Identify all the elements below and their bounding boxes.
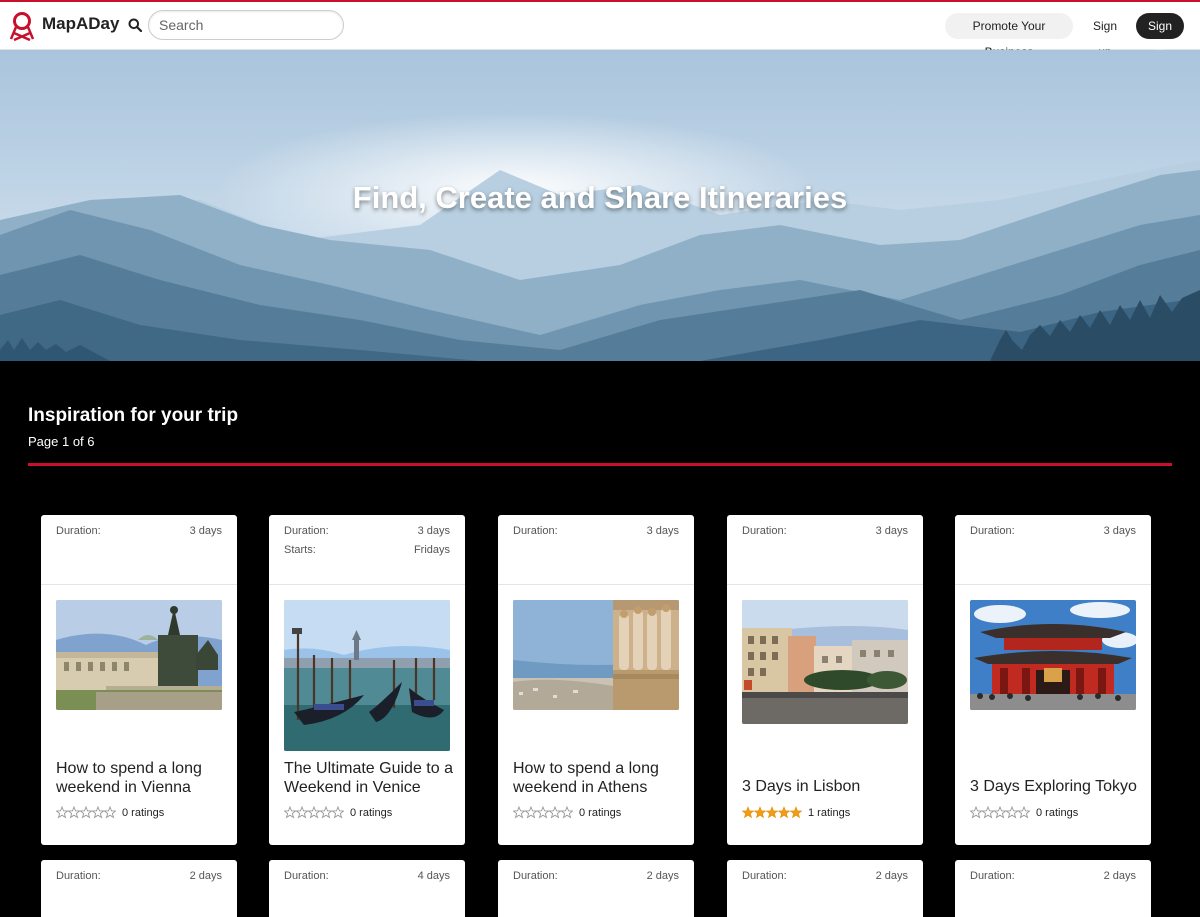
itinerary-card-venice[interactable]: Duration: 3 days Starts: Fridays The Ult… bbox=[269, 515, 465, 845]
rating-row: 1 ratings bbox=[742, 806, 912, 820]
star-rating-empty-icon bbox=[284, 806, 344, 819]
brand-name[interactable]: MapADay bbox=[42, 14, 119, 34]
duration-row: Duration: 3 days bbox=[284, 525, 450, 537]
ratings-count: 0 ratings bbox=[1036, 807, 1079, 819]
duration-label: Duration: bbox=[513, 525, 558, 537]
star-rating-empty-icon bbox=[970, 806, 1030, 819]
duration-row: Duration: 2 days bbox=[742, 870, 908, 882]
duration-value: 2 days bbox=[875, 870, 908, 882]
duration-row: Duration: 2 days bbox=[513, 870, 679, 882]
duration-label: Duration: bbox=[742, 525, 787, 537]
itinerary-card-athens[interactable]: Duration: 3 days How to spend a long wee… bbox=[498, 515, 694, 845]
duration-label: Duration: bbox=[284, 870, 329, 882]
duration-row: Duration: 3 days bbox=[742, 525, 908, 537]
hero-title: Find, Create and Share Itineraries bbox=[352, 180, 848, 215]
lisbon-square-photo bbox=[742, 600, 908, 724]
ratings-count: 1 ratings bbox=[808, 807, 851, 819]
ratings-count: 0 ratings bbox=[350, 807, 393, 819]
duration-row: Duration: 4 days bbox=[284, 870, 450, 882]
duration-row: Duration: 2 days bbox=[56, 870, 222, 882]
card-image-lisbon[interactable] bbox=[742, 600, 908, 724]
duration-value: 3 days bbox=[875, 525, 908, 537]
card-image-athens[interactable] bbox=[513, 600, 679, 710]
card-image-venice[interactable] bbox=[284, 600, 450, 751]
duration-value: 2 days bbox=[189, 870, 222, 882]
duration-label: Duration: bbox=[284, 525, 329, 537]
vienna-statue-photo bbox=[56, 600, 222, 710]
venice-gondolas-photo bbox=[284, 600, 450, 751]
section-divider bbox=[28, 463, 1172, 466]
duration-label: Duration: bbox=[742, 870, 787, 882]
duration-value: 3 days bbox=[1103, 525, 1136, 537]
duration-value: 2 days bbox=[646, 870, 679, 882]
itinerary-card-tokyo[interactable]: Duration: 3 days 3 Days Exploring Tokyo bbox=[955, 515, 1151, 845]
itinerary-card[interactable]: Duration: 2 days bbox=[498, 860, 694, 917]
card-title[interactable]: The Ultimate Guide to a Weekend in Venic… bbox=[284, 759, 454, 797]
hero-banner: Find, Create and Share Itineraries bbox=[0, 50, 1200, 361]
duration-label: Duration: bbox=[970, 870, 1015, 882]
page-indicator: Page 1 of 6 bbox=[28, 434, 95, 449]
duration-value: 4 days bbox=[417, 870, 450, 882]
search-icon[interactable] bbox=[128, 18, 142, 32]
itinerary-card-vienna[interactable]: Duration: 3 days How to spend a long wee… bbox=[41, 515, 237, 845]
star-rating-filled-icon bbox=[742, 806, 802, 819]
duration-value: 2 days bbox=[1103, 870, 1136, 882]
duration-row: Duration: 3 days bbox=[513, 525, 679, 537]
card-image-tokyo[interactable] bbox=[970, 600, 1136, 710]
tokyo-temple-photo bbox=[970, 600, 1136, 710]
duration-row: Duration: 3 days bbox=[56, 525, 222, 537]
card-meta: Duration: 3 days bbox=[41, 515, 237, 585]
card-meta: Duration: 3 days bbox=[955, 515, 1151, 585]
itinerary-card[interactable]: Duration: 2 days bbox=[41, 860, 237, 917]
rating-row: 0 ratings bbox=[56, 806, 226, 820]
card-title[interactable]: How to spend a long weekend in Athens bbox=[513, 759, 683, 797]
top-navbar: MapADay Promote Your Business Sign up Si… bbox=[0, 0, 1200, 59]
duration-row: Duration: 2 days bbox=[970, 870, 1136, 882]
card-meta: Duration: 3 days Starts: Fridays bbox=[269, 515, 465, 585]
duration-label: Duration: bbox=[56, 870, 101, 882]
rating-row: 0 ratings bbox=[970, 806, 1140, 820]
duration-value: 3 days bbox=[417, 525, 450, 537]
rating-row: 0 ratings bbox=[513, 806, 683, 820]
card-meta: Duration: 3 days bbox=[498, 515, 694, 585]
search-input[interactable] bbox=[148, 10, 344, 40]
mapaday-logo-icon[interactable] bbox=[10, 11, 34, 41]
starts-label: Starts: bbox=[284, 544, 316, 556]
card-title[interactable]: How to spend a long weekend in Vienna bbox=[56, 759, 226, 797]
duration-label: Duration: bbox=[56, 525, 101, 537]
itinerary-card[interactable]: Duration: 4 days bbox=[269, 860, 465, 917]
ratings-count: 0 ratings bbox=[122, 807, 165, 819]
card-title[interactable]: 3 Days Exploring Tokyo bbox=[970, 777, 1140, 796]
star-rating-empty-icon bbox=[56, 806, 116, 819]
duration-label: Duration: bbox=[970, 525, 1015, 537]
sign-up-button[interactable]: Sign up bbox=[1080, 13, 1130, 59]
itinerary-card[interactable]: Duration: 2 days bbox=[727, 860, 923, 917]
duration-value: 3 days bbox=[646, 525, 679, 537]
promote-business-button[interactable]: Promote Your Business bbox=[945, 13, 1073, 59]
sign-in-button[interactable]: Sign in bbox=[1136, 13, 1184, 59]
athens-caryatids-photo bbox=[513, 600, 679, 710]
duration-value: 3 days bbox=[189, 525, 222, 537]
rating-row: 0 ratings bbox=[284, 806, 454, 820]
star-rating-empty-icon bbox=[513, 806, 573, 819]
starts-value: Fridays bbox=[413, 544, 450, 556]
duration-row: Duration: 3 days bbox=[970, 525, 1136, 537]
itinerary-card[interactable]: Duration: 2 days bbox=[955, 860, 1151, 917]
card-meta: Duration: 3 days bbox=[727, 515, 923, 585]
starts-row: Starts: Fridays bbox=[284, 544, 450, 556]
card-title[interactable]: 3 Days in Lisbon bbox=[742, 777, 912, 796]
itinerary-card-lisbon[interactable]: Duration: 3 days 3 Days in Lisbon 1 rati… bbox=[727, 515, 923, 845]
ratings-count: 0 ratings bbox=[579, 807, 622, 819]
section-title: Inspiration for your trip bbox=[28, 405, 239, 426]
card-image-vienna[interactable] bbox=[56, 600, 222, 710]
duration-label: Duration: bbox=[513, 870, 558, 882]
